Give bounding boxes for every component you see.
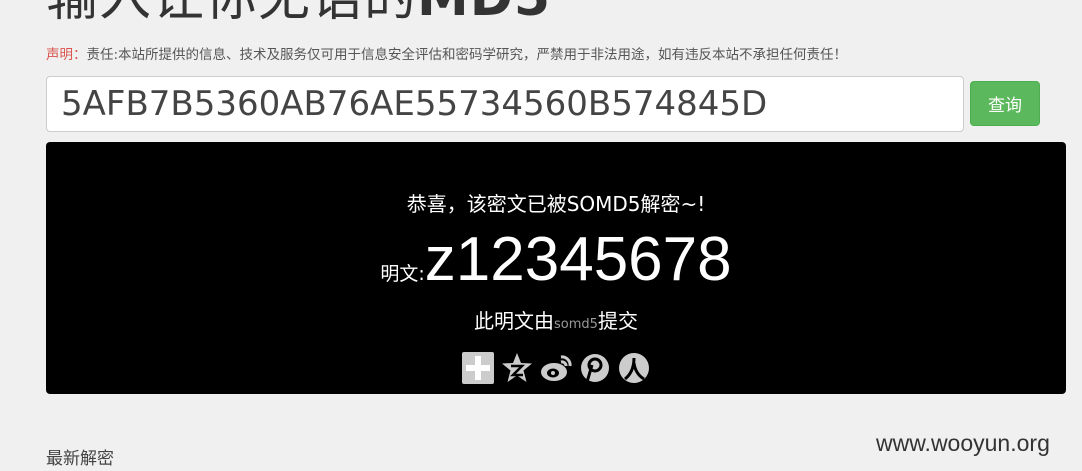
pinterest-icon[interactable] (578, 351, 612, 385)
page-title-suffix: MD5 (417, 0, 551, 28)
disclaimer: 声明：责任:本站所提供的信息、技术及服务仅可用于信息安全评估和密码学研究，严禁用… (46, 46, 847, 64)
renren-icon[interactable] (617, 351, 651, 385)
watermark: www.wooyun.org (876, 430, 1050, 456)
plaintext-row: 明文:z12345678 (46, 228, 1066, 307)
hash-input[interactable] (46, 76, 964, 132)
submitted-source: somd5 (554, 317, 598, 332)
qzone-icon[interactable] (500, 351, 534, 385)
plaintext-value: z12345678 (424, 225, 732, 294)
result-message: 恭喜，该密文已被SOMD5解密~! (406, 192, 706, 216)
share-bar (46, 351, 1066, 385)
submitted-prefix: 此明文由 (474, 309, 555, 333)
weibo-icon[interactable] (539, 351, 573, 385)
page-title-prefix: 输入让你无语的 (46, 0, 417, 28)
result-panel: 恭喜，该密文已被SOMD5解密~! 明文:z12345678 此明文由somd5… (46, 142, 1066, 394)
page-title: 输入让你无语的MD5 (46, 0, 551, 24)
recent-title: 最新解密 (46, 449, 114, 469)
share-more-icon[interactable] (461, 351, 495, 385)
submitted-by: 此明文由somd5提交 (46, 308, 1066, 338)
plaintext-label: 明文: (380, 263, 425, 285)
disclaimer-text: 责任:本站所提供的信息、技术及服务仅可用于信息安全评估和密码学研究，严禁用于非法… (86, 47, 848, 63)
disclaimer-label: 声明： (46, 47, 87, 63)
query-button[interactable]: 查询 (970, 81, 1040, 126)
submitted-suffix: 提交 (597, 309, 638, 333)
